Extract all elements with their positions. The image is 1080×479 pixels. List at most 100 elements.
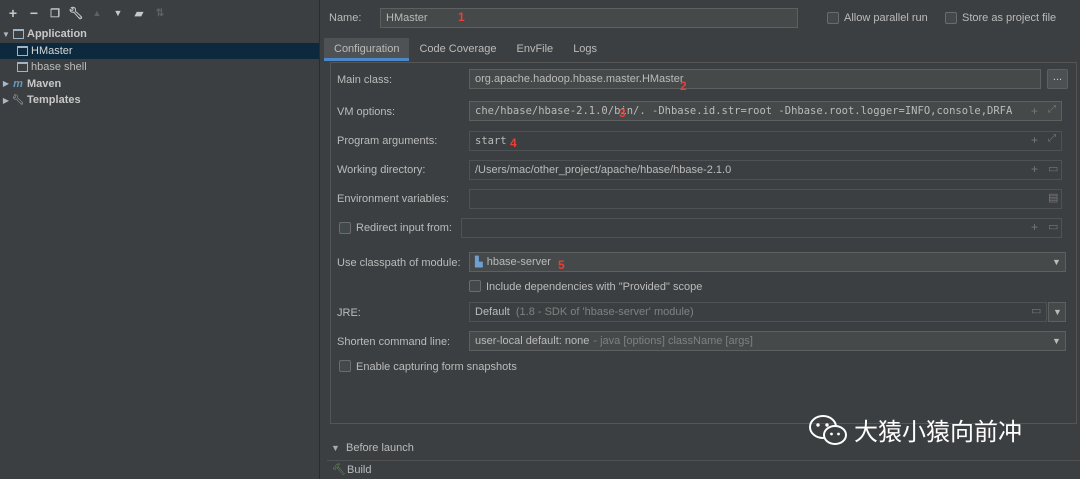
main-class-label: Main class: [337, 74, 393, 86]
snapshots-label: Enable capturing form snapshots [356, 361, 517, 373]
vm-options-field[interactable]: che/hbase/hbase-2.1.0/bin/. -Dhbase.id.s… [469, 101, 1062, 121]
classpath-value: hbase-server [486, 256, 551, 268]
store-as-project-checkbox[interactable] [945, 12, 957, 24]
tree-item-hmaster[interactable]: HMaster [0, 42, 319, 59]
tree-item-label: Application [27, 28, 87, 41]
jre-label: JRE: [337, 307, 361, 319]
browse-button[interactable]: ... [1047, 69, 1068, 89]
shorten-hint: - java [options] className [args] [593, 335, 753, 347]
tree-item-maven[interactable]: ▶ m Maven [0, 76, 319, 93]
copy-icon[interactable]: ❐ [46, 4, 64, 22]
annotation-marker: 2 [680, 79, 687, 93]
wechat-icon [809, 414, 847, 445]
chevron-right-icon[interactable]: ▶ [0, 79, 12, 88]
main-class-field[interactable]: org.apache.hadoop.hbase.master.HMaster [469, 69, 1041, 89]
env-vars-label: Environment variables: [337, 193, 449, 205]
folder-add-icon[interactable]: ▰ [130, 4, 148, 22]
main-class-value: org.apache.hadoop.hbase.master.HMaster [475, 73, 684, 85]
wrench-icon[interactable]: 🔧︎ [67, 4, 85, 22]
watermark-text: 大猿小猿向前冲 [854, 418, 1022, 446]
watermark: 大猿小猿向前冲 [808, 412, 1022, 447]
tab-configuration[interactable]: Configuration [324, 38, 410, 61]
include-provided-checkbox[interactable] [469, 280, 481, 292]
plus-icon[interactable]: + [1031, 220, 1038, 234]
include-provided-label: Include dependencies with "Provided" sco… [486, 281, 703, 293]
before-launch-list: 🔨︎ Build [327, 460, 1080, 479]
redirect-input-label: Redirect input from: [356, 222, 452, 234]
sort-icon[interactable]: ⇅ [151, 4, 169, 22]
annotation-marker: 3 [619, 106, 626, 120]
build-task[interactable]: Build [347, 464, 371, 476]
plus-icon[interactable]: + [1031, 133, 1038, 147]
tree-item-hbase-shell[interactable]: hbase shell [0, 59, 319, 76]
expand-icon[interactable]: ⤢ [1048, 104, 1056, 115]
application-icon [12, 29, 24, 40]
tab-bar: Configuration Code Coverage EnvFile Logs [324, 38, 607, 61]
tree-item-templates[interactable]: ▶ 🔧︎ Templates [0, 92, 319, 109]
classpath-label: Use classpath of module: [337, 257, 461, 269]
name-label: Name: [329, 12, 362, 24]
annotation-marker: 5 [558, 258, 565, 272]
annotation-marker: 1 [458, 10, 465, 24]
tab-logs[interactable]: Logs [563, 38, 607, 61]
tab-envfile[interactable]: EnvFile [507, 38, 564, 61]
jre-dropdown-button[interactable]: ▼ [1048, 302, 1066, 322]
tree-item-label: hbase shell [31, 61, 87, 74]
plus-icon[interactable]: + [4, 4, 22, 22]
chevron-down-icon[interactable]: ▼ [0, 30, 12, 39]
arrow-up-icon[interactable]: ▲ [88, 4, 106, 22]
working-dir-field[interactable]: /Users/mac/other_project/apache/hbase/hb… [469, 160, 1062, 180]
tab-code-coverage[interactable]: Code Coverage [409, 38, 506, 61]
redirect-input-field[interactable] [461, 218, 1062, 238]
name-field[interactable]: HMaster [380, 8, 798, 28]
minus-icon[interactable]: − [25, 4, 43, 22]
redirect-input-checkbox[interactable] [339, 222, 351, 234]
tree-item-application[interactable]: ▼ Application [0, 26, 319, 43]
snapshots-checkbox[interactable] [339, 360, 351, 372]
name-value: HMaster [386, 12, 428, 24]
chevron-down-icon[interactable]: ▼ [1052, 257, 1061, 267]
jre-field[interactable]: Default (1.8 - SDK of 'hbase-server' mod… [469, 302, 1047, 322]
program-args-field[interactable]: start [469, 131, 1062, 151]
vm-options-value: che/hbase/hbase-2.1.0/bin/. -Dhbase.id.s… [475, 105, 1013, 117]
shorten-dropdown[interactable]: user-local default: none - java [options… [469, 331, 1066, 351]
maven-icon: m [13, 77, 23, 90]
module-icon: ▙ [475, 256, 483, 268]
allow-parallel-label: Allow parallel run [844, 12, 928, 24]
tree-item-label: Templates [27, 94, 81, 107]
env-vars-field[interactable] [469, 189, 1062, 209]
folder-icon[interactable]: ▭ [1048, 220, 1058, 233]
tree-item-label: HMaster [31, 44, 73, 57]
working-dir-value: /Users/mac/other_project/apache/hbase/hb… [475, 164, 732, 176]
document-icon[interactable]: ▤ [1048, 191, 1058, 204]
tree-item-label: Maven [27, 77, 62, 90]
chevron-down-icon[interactable]: ▼ [1052, 336, 1061, 346]
jre-hint: (1.8 - SDK of 'hbase-server' module) [515, 306, 694, 318]
arrow-down-icon[interactable]: ▼ [109, 4, 127, 22]
store-as-project-label: Store as project file [962, 12, 1057, 24]
folder-icon[interactable]: ▭ [1031, 304, 1041, 317]
program-args-label: Program arguments: [337, 135, 438, 147]
vm-options-label: VM options: [337, 106, 396, 118]
jre-value: Default [475, 306, 510, 318]
shorten-label: Shorten command line: [337, 336, 451, 348]
plus-icon[interactable]: + [1031, 104, 1038, 118]
chevron-down-icon: ▼ [1053, 307, 1062, 317]
folder-icon[interactable]: ▭ [1048, 162, 1058, 175]
hammer-icon: 🔨︎ [332, 464, 346, 476]
application-icon [16, 45, 28, 56]
chevron-right-icon[interactable]: ▶ [0, 96, 12, 105]
annotation-marker: 4 [510, 136, 517, 150]
configuration-editor: Name: HMaster 1 Allow parallel run Store… [321, 0, 1080, 479]
shorten-value: user-local default: none [475, 335, 590, 347]
before-launch-title: Before launch [346, 442, 414, 454]
allow-parallel-checkbox[interactable] [827, 12, 839, 24]
application-icon [16, 62, 28, 73]
working-dir-label: Working directory: [337, 164, 426, 176]
configurations-toolbar: + − ❐ 🔧︎ ▲ ▼ ▰ ⇅ [0, 0, 319, 26]
chevron-down-icon[interactable]: ▼ [331, 443, 340, 453]
configurations-panel: + − ❐ 🔧︎ ▲ ▼ ▰ ⇅ ▼ Application HMaster h… [0, 0, 320, 479]
expand-icon[interactable]: ⤢ [1048, 133, 1056, 144]
plus-icon[interactable]: + [1031, 162, 1038, 176]
wrench-icon: 🔧︎ [11, 94, 25, 106]
